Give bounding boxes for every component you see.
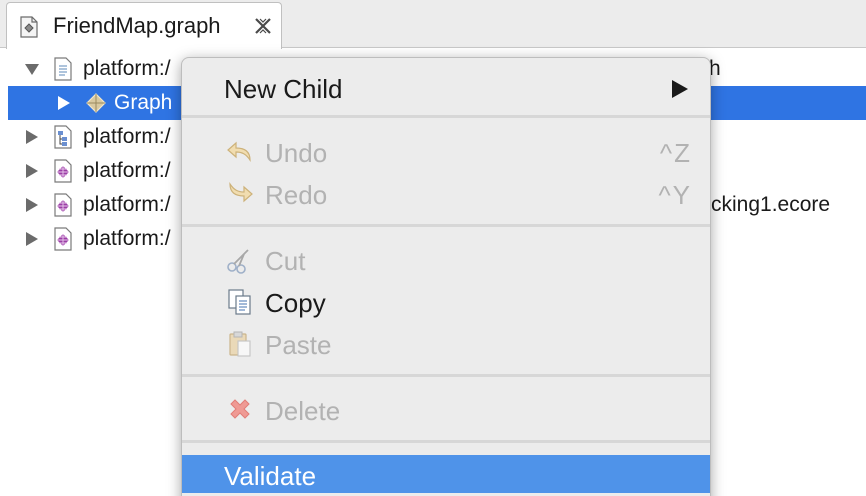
- copy-icon: [226, 288, 254, 316]
- menu-separator: [182, 115, 710, 118]
- menu-item-copy[interactable]: Copy: [182, 282, 710, 320]
- close-icon[interactable]: [251, 14, 275, 38]
- menu-item-label: Redo: [265, 180, 328, 210]
- collapsed-triangle-icon[interactable]: [24, 129, 40, 145]
- menu-item-validate[interactable]: Validate: [182, 455, 710, 493]
- menu-separator: [182, 440, 710, 443]
- menu-separator: [182, 224, 710, 227]
- tab-title: FriendMap.graph: [53, 13, 221, 38]
- collapsed-triangle-icon[interactable]: [24, 163, 40, 179]
- menu-item-label: Paste: [265, 330, 332, 360]
- resource-file-icon: [51, 57, 75, 81]
- ecore-file-icon: [51, 193, 75, 217]
- menu-item-shortcut: ^Y: [658, 180, 692, 210]
- tree-row-label: Graph: [114, 91, 173, 114]
- menu-separator: [182, 374, 710, 377]
- tree-row-label: platform:/: [83, 125, 171, 148]
- expanded-triangle-icon[interactable]: [24, 61, 40, 77]
- graph-file-icon: [17, 15, 41, 39]
- redo-icon: [226, 180, 254, 208]
- undo-icon: [226, 138, 254, 166]
- menu-item-label: Delete: [265, 396, 341, 426]
- menu-item-label: Copy: [265, 288, 326, 318]
- tree-row-label: platform:/: [83, 159, 171, 182]
- editor-tab-bar: FriendMap.graph: [0, 0, 866, 49]
- collapsed-triangle-icon[interactable]: [56, 95, 72, 111]
- context-menu: New Child Undo ^Z Redo ^Y Cut Copy Paste…: [181, 57, 711, 496]
- menu-item-label: Validate: [224, 461, 317, 491]
- tree-row-label: platform:/: [83, 193, 171, 216]
- tree-row-label: platform:/: [83, 227, 171, 250]
- menu-item-paste[interactable]: Paste: [182, 324, 710, 362]
- menu-item-label: Cut: [265, 246, 306, 276]
- menu-item-delete[interactable]: Delete: [182, 390, 710, 428]
- menu-item-undo[interactable]: Undo ^Z: [182, 132, 710, 170]
- scissors-icon: [226, 246, 254, 274]
- collapsed-triangle-icon[interactable]: [24, 231, 40, 247]
- collapsed-triangle-icon[interactable]: [24, 197, 40, 213]
- model-tree-icon: [51, 125, 75, 149]
- paste-icon: [226, 330, 254, 358]
- ecore-file-icon: [51, 159, 75, 183]
- menu-item-cut[interactable]: Cut: [182, 240, 710, 278]
- tree-row-label-suffix: cking1.ecore: [711, 193, 831, 216]
- tree-row-label: platform:/: [83, 57, 171, 80]
- menu-item-shortcut: ^Z: [659, 138, 692, 168]
- delete-x-icon: [226, 396, 254, 424]
- menu-item-label: New Child: [224, 74, 343, 104]
- editor-tab-friendmap[interactable]: FriendMap.graph: [6, 2, 282, 49]
- graph-node-icon: [84, 91, 108, 115]
- menu-item-label: Undo: [265, 138, 328, 168]
- menu-item-new-child[interactable]: New Child: [182, 68, 710, 106]
- ecore-file-icon: [51, 227, 75, 251]
- submenu-arrow-icon: [672, 80, 688, 98]
- menu-item-redo[interactable]: Redo ^Y: [182, 174, 710, 212]
